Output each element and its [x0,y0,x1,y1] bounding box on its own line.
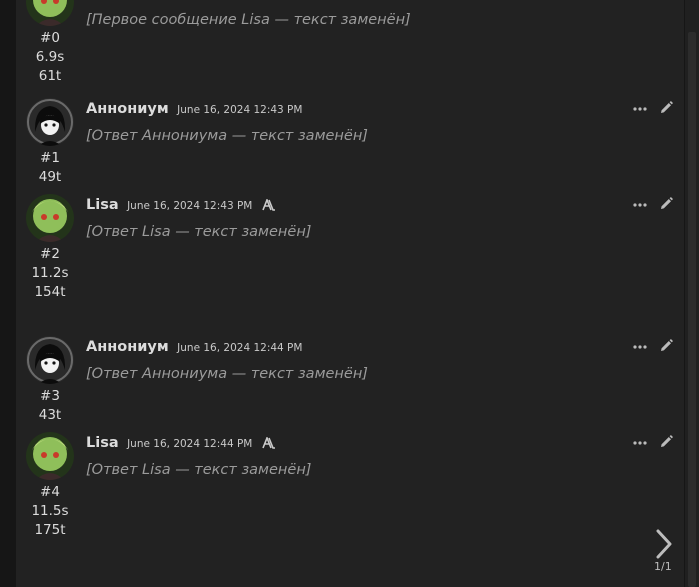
message-tools [632,100,676,118]
message-content: Lisa June 16, 2024 12:43 PM [Ответ Lisa … [86,196,641,244]
narration-text: [Ответ Аннониума — текст заменён] [86,128,368,144]
pencil-icon[interactable] [658,338,674,358]
message-header: Аннониум June 16, 2024 12:44 PM [86,338,641,358]
scrollbar-thumb[interactable] [688,32,696,587]
message-meta: #2 11.2s 154t [24,194,76,302]
message-date: June 16, 2024 12:44 PM [127,438,253,450]
message-index: #0 [40,30,60,46]
message-content: [Первое сообщение Lisa — текст заменён] [86,8,641,32]
message-meta: #3 43t [24,336,76,425]
message-token-count: 154t [34,284,66,300]
message-header: Lisa June 16, 2024 12:44 PM [86,434,641,454]
model-glyph-icon [262,435,276,454]
chat-message: #4 11.5s 175t Lisa June 16, 2024 12:44 P… [16,432,684,582]
narration-text: [Ответ Аннониума — текст заменён] [86,366,368,382]
message-date: June 16, 2024 12:43 PM [177,104,303,116]
message-time-stat: 6.9s [35,49,65,65]
chat-message: #3 43t Аннониум June 16, 2024 12:44 PM [… [16,336,684,428]
message-token-count: 43t [38,407,62,423]
ellipsis-icon[interactable] [632,100,648,120]
avatar-lisa[interactable] [26,0,74,26]
message-meta: #0 6.9s 61t [24,0,76,86]
message-header: Lisa June 16, 2024 12:43 PM [86,196,641,216]
message-text: [Ответ Аннониума — текст заменён] [86,124,641,148]
narration-text: [Ответ Lisa — текст заменён] [86,224,312,240]
message-index: #2 [40,246,60,262]
message-index: #3 [40,388,60,404]
chat-message: #2 11.2s 154t Lisa June 16, 2024 12:43 P… [16,194,684,334]
message-index: #4 [40,484,60,500]
message-token-count: 175t [34,522,66,538]
chat-window: #0 6.9s 61t [Первое сообщение Lisa — тек… [16,0,684,587]
chat-message: #1 49t Аннониум June 16, 2024 12:43 PM [… [16,98,684,190]
narration-text: [Ответ Lisa — текст заменён] [86,462,312,478]
message-content: Аннониум June 16, 2024 12:44 PM [Ответ А… [86,338,641,386]
message-meta: #1 49t [24,98,76,187]
narration-text: [Первое сообщение Lisa — текст заменён] [86,12,411,28]
message-tools [632,338,676,356]
author-name: Аннониум [86,101,169,117]
message-text: [Ответ Lisa — текст заменён] [86,458,641,482]
ellipsis-icon[interactable] [632,196,648,216]
avatar-annonium[interactable] [26,336,74,384]
message-time-stat: 11.2s [31,265,69,281]
message-tools [632,434,676,452]
avatar-annonium[interactable] [26,98,74,146]
author-name: Lisa [86,435,119,451]
message-date: June 16, 2024 12:44 PM [177,342,303,354]
swipe-counter: 1/1 [654,560,672,573]
ellipsis-icon[interactable] [632,434,648,454]
pencil-icon[interactable] [658,100,674,120]
author-name: Lisa [86,197,119,213]
chevron-right-icon[interactable] [650,528,678,564]
message-content: Lisa June 16, 2024 12:44 PM [Ответ Lisa … [86,434,641,482]
author-name: Аннониум [86,339,169,355]
message-meta: #4 11.5s 175t [24,432,76,540]
pencil-icon[interactable] [658,434,674,454]
chat-message: #0 6.9s 61t [Первое сообщение Lisa — тек… [16,0,684,90]
ellipsis-icon[interactable] [632,338,648,358]
message-token-count: 61t [38,68,62,84]
message-date: June 16, 2024 12:43 PM [127,200,253,212]
message-token-count: 49t [38,169,62,185]
avatar-lisa[interactable] [26,194,74,242]
message-header: Аннониум June 16, 2024 12:43 PM [86,100,641,120]
message-tools [632,196,676,214]
message-text: [Первое сообщение Lisa — текст заменён] [86,8,641,32]
message-text: [Ответ Аннониума — текст заменён] [86,362,641,386]
scrollbar[interactable] [685,0,699,587]
message-index: #1 [40,150,60,166]
avatar-lisa[interactable] [26,432,74,480]
message-text: [Ответ Lisa — текст заменён] [86,220,641,244]
pencil-icon[interactable] [658,196,674,216]
message-time-stat: 11.5s [31,503,69,519]
message-content: Аннониум June 16, 2024 12:43 PM [Ответ А… [86,100,641,148]
model-glyph-icon [262,197,276,216]
